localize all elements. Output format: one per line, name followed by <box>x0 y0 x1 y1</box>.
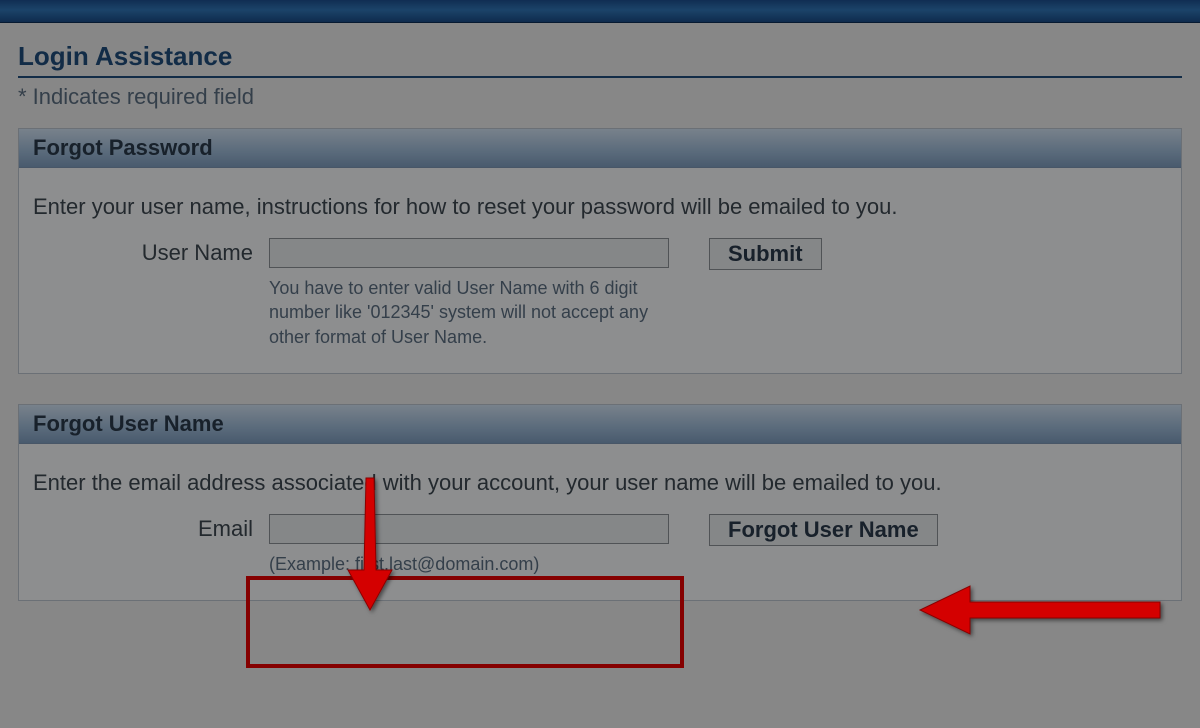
username-label: User Name <box>33 238 269 268</box>
required-indicator-note: * Indicates required field <box>18 84 1182 110</box>
forgot-password-header: Forgot Password <box>19 129 1181 168</box>
page-content: Login Assistance * Indicates required fi… <box>0 23 1200 601</box>
email-label: Email <box>33 514 269 544</box>
forgot-username-instruction: Enter the email address associated with … <box>33 470 1167 496</box>
username-hint: You have to enter valid User Name with 6… <box>269 276 669 349</box>
forgot-password-instruction: Enter your user name, instructions for h… <box>33 194 1167 220</box>
forgot-username-header: Forgot User Name <box>19 405 1181 444</box>
forgot-username-button[interactable]: Forgot User Name <box>709 514 938 546</box>
forgot-username-panel: Forgot User Name Enter the email address… <box>18 404 1182 601</box>
forgot-password-panel: Forgot Password Enter your user name, in… <box>18 128 1182 374</box>
email-input[interactable] <box>269 514 669 544</box>
window-titlebar <box>0 0 1200 23</box>
page-title[interactable]: Login Assistance <box>18 41 232 72</box>
email-hint: (Example: first.last@domain.com) <box>269 552 669 576</box>
submit-button[interactable]: Submit <box>709 238 822 270</box>
username-input[interactable] <box>269 238 669 268</box>
title-rule <box>18 76 1182 78</box>
